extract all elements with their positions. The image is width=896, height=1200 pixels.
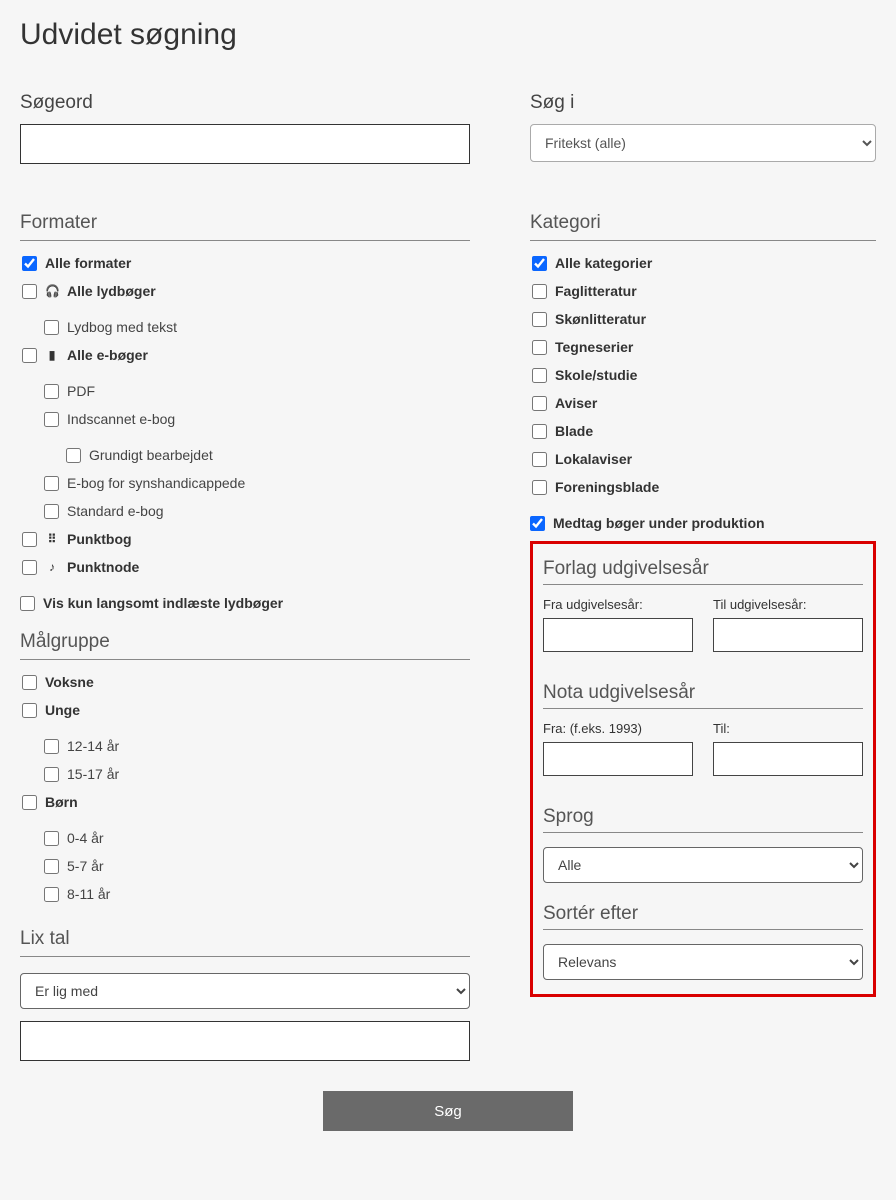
- format-ebooks-checkbox[interactable]: [22, 348, 37, 363]
- publisher-year-from-label: Fra udgivelsesår:: [543, 597, 693, 612]
- publisher-year-heading: Forlag udgivelsesår: [543, 558, 863, 585]
- cat-nonfiction-checkbox[interactable]: [532, 284, 547, 299]
- cat-newspapers-checkbox[interactable]: [532, 396, 547, 411]
- cat-assoc-checkbox[interactable]: [532, 480, 547, 495]
- audience-list: Voksne Unge 12-14 år 15-17 år: [20, 668, 470, 908]
- cat-magazines-checkbox[interactable]: [532, 424, 547, 439]
- search-in-label: Søg i: [530, 92, 876, 114]
- audience-heading: Målgruppe: [20, 631, 470, 660]
- formats-heading: Formater: [20, 212, 470, 241]
- publisher-year-to-input[interactable]: [713, 618, 863, 652]
- audience-children-checkbox[interactable]: [22, 795, 37, 810]
- audience-15-17-checkbox[interactable]: [44, 767, 59, 782]
- note-icon: ♪: [45, 560, 59, 574]
- slow-load-label: Vis kun langsomt indlæste lydbøger: [43, 595, 283, 611]
- audience-0-4-checkbox[interactable]: [44, 831, 59, 846]
- sort-heading: Sortér efter: [543, 903, 863, 930]
- nota-year-heading: Nota udgivelsesår: [543, 682, 863, 709]
- format-punktbog-checkbox[interactable]: [22, 532, 37, 547]
- format-punktbog-label: Punktbog: [67, 531, 132, 547]
- cat-local-label: Lokalaviser: [555, 451, 632, 467]
- cat-school-checkbox[interactable]: [532, 368, 547, 383]
- format-thorough-label: Grundigt bearbejdet: [89, 447, 213, 463]
- submit-button[interactable]: Søg: [323, 1091, 573, 1131]
- cat-fiction-checkbox[interactable]: [532, 312, 547, 327]
- publisher-year-to-label: Til udgivelsesår:: [713, 597, 863, 612]
- include-production-label: Medtag bøger under produktion: [553, 515, 765, 531]
- format-visually-impaired-checkbox[interactable]: [44, 476, 59, 491]
- cat-school-label: Skole/studie: [555, 367, 637, 383]
- include-production-checkbox[interactable]: [530, 516, 545, 531]
- cat-magazines-label: Blade: [555, 423, 593, 439]
- cat-all-label: Alle kategorier: [555, 255, 652, 271]
- audience-adults-checkbox[interactable]: [22, 675, 37, 690]
- category-heading: Kategori: [530, 212, 876, 241]
- nota-year-from-label: Fra: (f.eks. 1993): [543, 721, 693, 736]
- audience-8-11-label: 8-11 år: [67, 886, 110, 902]
- cat-assoc-label: Foreningsblade: [555, 479, 659, 495]
- search-label: Søgeord: [20, 92, 470, 114]
- lix-input[interactable]: [20, 1021, 470, 1061]
- format-all-checkbox[interactable]: [22, 256, 37, 271]
- audience-12-14-checkbox[interactable]: [44, 739, 59, 754]
- braille-icon: ⠿: [45, 532, 59, 546]
- search-input[interactable]: [20, 124, 470, 164]
- format-scanned-label: Indscannet e-bog: [67, 411, 175, 427]
- format-standard-ebook-checkbox[interactable]: [44, 504, 59, 519]
- audience-8-11-checkbox[interactable]: [44, 887, 59, 902]
- publisher-year-from-input[interactable]: [543, 618, 693, 652]
- book-icon: ▮: [45, 348, 59, 362]
- format-visually-impaired-label: E-bog for synshandicappede: [67, 475, 245, 491]
- page-title: Udvidet søgning: [20, 18, 876, 52]
- format-thorough-checkbox[interactable]: [66, 448, 81, 463]
- format-audiobook-text-checkbox[interactable]: [44, 320, 59, 335]
- category-list: Alle kategorier Faglitteratur Skønlitter…: [530, 249, 876, 501]
- lix-heading: Lix tal: [20, 928, 470, 957]
- format-ebooks-label: Alle e-bøger: [67, 347, 148, 363]
- audience-15-17-label: 15-17 år: [67, 766, 119, 782]
- cat-all-checkbox[interactable]: [532, 256, 547, 271]
- search-in-select[interactable]: Fritekst (alle): [530, 124, 876, 162]
- audience-youth-checkbox[interactable]: [22, 703, 37, 718]
- format-punktnode-checkbox[interactable]: [22, 560, 37, 575]
- slow-load-checkbox[interactable]: [20, 596, 35, 611]
- audience-12-14-label: 12-14 år: [67, 738, 119, 754]
- format-audiobooks-label: Alle lydbøger: [67, 283, 156, 299]
- format-scanned-checkbox[interactable]: [44, 412, 59, 427]
- formats-list: Alle formater 🎧 Alle lydbøger Lydbog med…: [20, 249, 470, 581]
- cat-local-checkbox[interactable]: [532, 452, 547, 467]
- nota-year-to-label: Til:: [713, 721, 863, 736]
- format-audiobooks-checkbox[interactable]: [22, 284, 37, 299]
- sort-select[interactable]: Relevans: [543, 944, 863, 980]
- audience-0-4-label: 0-4 år: [67, 830, 104, 846]
- audience-children-label: Børn: [45, 794, 78, 810]
- cat-comics-checkbox[interactable]: [532, 340, 547, 355]
- format-punktnode-label: Punktnode: [67, 559, 139, 575]
- cat-comics-label: Tegneserier: [555, 339, 633, 355]
- audience-5-7-label: 5-7 år: [67, 858, 104, 874]
- cat-nonfiction-label: Faglitteratur: [555, 283, 637, 299]
- language-heading: Sprog: [543, 806, 863, 833]
- format-all-label: Alle formater: [45, 255, 131, 271]
- cat-newspapers-label: Aviser: [555, 395, 597, 411]
- format-pdf-label: PDF: [67, 383, 95, 399]
- format-standard-ebook-label: Standard e-bog: [67, 503, 164, 519]
- nota-year-to-input[interactable]: [713, 742, 863, 776]
- audience-5-7-checkbox[interactable]: [44, 859, 59, 874]
- format-audiobook-text-label: Lydbog med tekst: [67, 319, 177, 335]
- cat-fiction-label: Skønlitteratur: [555, 311, 646, 327]
- highlighted-filters-box: Forlag udgivelsesår Fra udgivelsesår: Ti…: [530, 541, 876, 997]
- lix-select[interactable]: Er lig med: [20, 973, 470, 1009]
- format-pdf-checkbox[interactable]: [44, 384, 59, 399]
- audience-adults-label: Voksne: [45, 674, 94, 690]
- language-select[interactable]: Alle: [543, 847, 863, 883]
- headphones-icon: 🎧: [45, 284, 59, 298]
- nota-year-from-input[interactable]: [543, 742, 693, 776]
- audience-youth-label: Unge: [45, 702, 80, 718]
